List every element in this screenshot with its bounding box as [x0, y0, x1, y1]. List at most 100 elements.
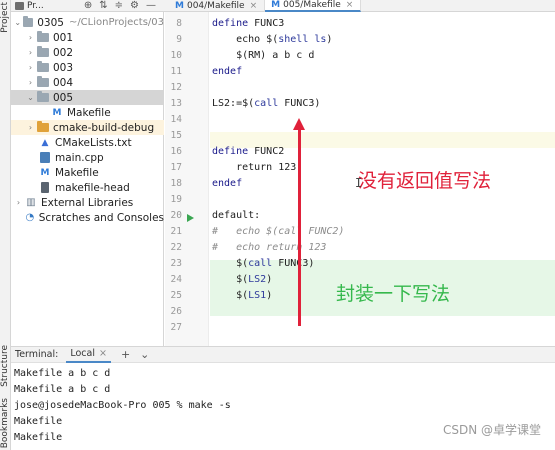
- close-icon[interactable]: ×: [346, 0, 354, 10]
- folder-icon: [37, 61, 49, 72]
- code-text: FUNC3: [248, 18, 285, 29]
- line-number: 12: [170, 82, 182, 93]
- close-icon[interactable]: ×: [99, 348, 107, 359]
- code-text: ): [266, 274, 273, 285]
- project-dropdown[interactable]: Pr...: [27, 1, 44, 11]
- chevron-right-icon[interactable]: ›: [26, 78, 35, 87]
- terminal-line: Makefile: [14, 432, 63, 443]
- library-icon: ▥: [26, 197, 36, 208]
- tab-label: 005/Makefile: [283, 0, 341, 10]
- makefile-icon: M: [175, 1, 184, 11]
- terminal-title: Terminal:: [15, 349, 59, 360]
- code-line: default:: [212, 210, 261, 221]
- chevron-down-icon[interactable]: ⌄: [140, 348, 149, 361]
- tree-item-label: External Libraries: [41, 196, 134, 209]
- line-number: 24: [170, 274, 182, 285]
- tree-item-label: 005: [53, 91, 74, 104]
- tree-item-cmake-build-debug[interactable]: › cmake-build-debug: [11, 120, 164, 135]
- code-line: endef: [212, 64, 242, 80]
- line-number: 18: [170, 178, 182, 189]
- structure-tool-button[interactable]: Structure: [0, 345, 11, 387]
- tree-item-005-makefile[interactable]: M Makefile: [11, 105, 164, 120]
- code-line: define FUNC2: [212, 144, 284, 160]
- tree-item-label: makefile-head: [55, 181, 130, 194]
- close-icon[interactable]: ×: [250, 1, 258, 11]
- tree-item-scratches[interactable]: ◔ Scratches and Consoles: [11, 210, 165, 225]
- folder-icon: [37, 46, 49, 57]
- text-cursor-icon: I: [355, 176, 363, 190]
- tree-item-label: 004: [53, 76, 74, 89]
- tree-item-cmakelists[interactable]: ▲ CMakeLists.txt: [11, 135, 164, 150]
- tab-004-makefile[interactable]: M 004/Makefile ×: [169, 0, 266, 12]
- collapse-icon[interactable]: ⇅: [99, 0, 107, 12]
- tree-item-0305[interactable]: ⌄ 0305 ~/CLionProjects/03: [11, 15, 164, 30]
- folder-icon: [37, 91, 49, 102]
- keyword: endef: [212, 178, 243, 189]
- line-number: 22: [170, 242, 182, 253]
- chevron-right-icon[interactable]: ›: [26, 63, 35, 72]
- tree-item-002[interactable]: › 002: [11, 45, 164, 60]
- line-number: 27: [170, 322, 182, 333]
- arrow-up-icon: [293, 118, 305, 130]
- tree-item-main-cpp[interactable]: main.cpp: [11, 150, 164, 165]
- line-number: 19: [170, 194, 182, 205]
- tree-item-makefile-head[interactable]: makefile-head: [11, 180, 164, 195]
- function-name: shell: [278, 34, 309, 45]
- line-number: 20: [170, 210, 182, 221]
- line-number: 17: [170, 162, 182, 173]
- text-file-icon: [41, 182, 49, 193]
- expand-icon[interactable]: ≑: [115, 0, 123, 12]
- annotation-wrap: 封装一下写法: [336, 283, 451, 305]
- line-number: 13: [170, 98, 182, 109]
- project-tree: ⌄ 0305 ~/CLionProjects/03 › 001 › 002 › …: [11, 12, 164, 346]
- code-text: echo $(: [212, 34, 279, 45]
- tree-item-external-libraries[interactable]: › ▥ External Libraries: [11, 195, 164, 210]
- tree-item-004[interactable]: › 004: [11, 75, 164, 90]
- bookmarks-tool-button[interactable]: Bookmarks: [0, 398, 11, 448]
- tree-item-003[interactable]: › 003: [11, 60, 164, 75]
- keyword: define: [212, 18, 249, 29]
- run-target-icon[interactable]: [187, 214, 194, 222]
- tab-label: Local: [70, 348, 95, 359]
- code-editor[interactable]: define FUNC3 echo $(shell ls) $(RM) a b …: [210, 12, 555, 346]
- gear-icon[interactable]: ⚙: [130, 0, 139, 12]
- chevron-right-icon[interactable]: ›: [26, 33, 35, 42]
- code-line: define FUNC3: [212, 16, 284, 32]
- line-number: 26: [170, 306, 182, 317]
- top-header-bar: Pr... ⊕ ⇅ ≑ ⚙ — M 004/Makefile × M 005/M…: [11, 0, 555, 12]
- line-number: 9: [176, 34, 182, 45]
- code-line: return 123: [212, 162, 297, 173]
- chevron-right-icon[interactable]: ›: [14, 198, 23, 207]
- tree-item-makefile[interactable]: M Makefile: [11, 165, 164, 180]
- project-icon: [15, 2, 24, 10]
- tree-item-001[interactable]: › 001: [11, 30, 164, 45]
- function-name: call: [254, 98, 279, 109]
- function-name: ls: [314, 34, 327, 45]
- line-number: 16: [170, 146, 182, 157]
- minimize-icon[interactable]: —: [146, 0, 156, 12]
- tree-item-label: CMakeLists.txt: [55, 136, 132, 149]
- comment: # echo $(call FUNC2): [212, 226, 345, 237]
- chevron-down-icon[interactable]: ⌄: [14, 18, 21, 27]
- chevron-right-icon[interactable]: ›: [26, 123, 35, 132]
- code-text: ): [266, 290, 273, 301]
- chevron-right-icon[interactable]: ›: [26, 48, 35, 57]
- code-text: $(: [212, 258, 249, 269]
- code-line: # echo return 123: [212, 240, 326, 256]
- keyword: endef: [212, 66, 243, 77]
- chevron-down-icon[interactable]: ⌄: [26, 93, 35, 102]
- code-text: FUNC3): [272, 258, 315, 269]
- add-tab-icon[interactable]: +: [121, 348, 130, 361]
- code-line: $(LS2): [212, 272, 272, 288]
- code-text: FUNC2: [248, 146, 285, 157]
- line-number: 10: [170, 50, 182, 61]
- tree-item-label: Scratches and Consoles: [38, 211, 164, 224]
- project-tool-button[interactable]: Project: [0, 2, 11, 33]
- target-icon[interactable]: ⊕: [84, 0, 92, 12]
- tab-005-makefile[interactable]: M 005/Makefile ×: [265, 0, 362, 12]
- tree-item-005[interactable]: ⌄ 005: [11, 90, 164, 105]
- line-number: 11: [170, 66, 182, 77]
- tab-local[interactable]: Local ×: [66, 346, 111, 363]
- code-line: endef: [212, 176, 242, 192]
- code-line: # echo $(call FUNC2): [212, 224, 344, 240]
